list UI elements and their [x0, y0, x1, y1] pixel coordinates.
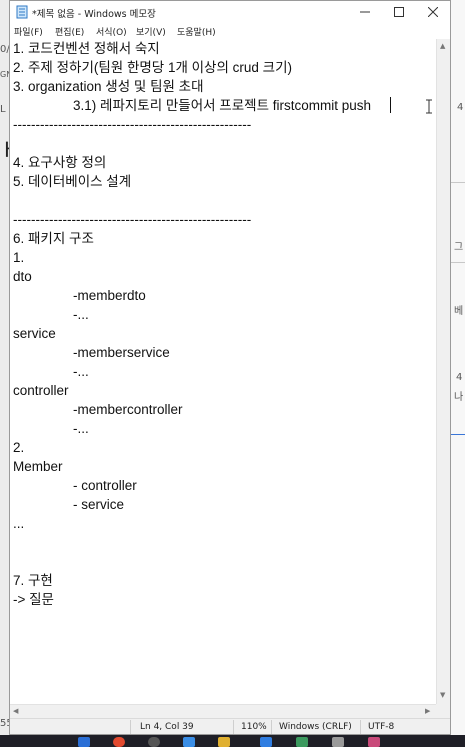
minimize-icon — [360, 11, 370, 13]
scroll-right-icon[interactable]: ▶ — [425, 707, 430, 715]
background-divider — [451, 182, 465, 183]
menu-edit[interactable]: 편집(E) — [55, 25, 84, 38]
editor-line: - service — [13, 497, 125, 512]
editor-line: 2. — [13, 440, 25, 455]
editor-line: -memberdto — [13, 288, 146, 303]
background-fragment: 4 — [457, 102, 464, 113]
editor-line: ... — [13, 516, 25, 531]
editor-line: 1. 코드컨벤션 정해서 숙지 — [13, 41, 160, 56]
editor-line: service — [13, 326, 56, 341]
maximize-button[interactable] — [382, 1, 416, 23]
taskbar-app-icon[interactable] — [183, 737, 195, 747]
close-icon — [428, 7, 438, 17]
status-line-ending: Windows (CRLF) — [279, 722, 352, 732]
editor-line: -... — [13, 307, 89, 322]
editor-line: 6. 패키지 구조 — [13, 231, 94, 246]
taskbar-app-icon[interactable] — [78, 737, 90, 747]
editor-line: -... — [13, 364, 89, 379]
background-fragment: 나 — [454, 392, 464, 403]
editor-line: Member — [13, 459, 63, 474]
editor-line: -> 질문 — [13, 592, 54, 607]
editor-line: 3.1) 레파지토리 만들어서 프로젝트 firstcommit push — [13, 98, 372, 113]
scroll-up-icon[interactable]: ▲ — [440, 42, 445, 50]
menu-help[interactable]: 도움말(H) — [177, 25, 216, 38]
taskbar-app-icon[interactable] — [260, 737, 272, 747]
taskbar-app-icon[interactable] — [296, 737, 308, 747]
background-fragment: 4 — [456, 372, 463, 383]
notepad-icon — [16, 5, 28, 19]
status-separator — [360, 720, 361, 734]
title-bar[interactable]: *제목 없음 - Windows 메모장 — [10, 1, 450, 23]
taskbar-app-icon[interactable] — [368, 737, 380, 747]
text-caret — [390, 97, 391, 113]
notepad-window: *제목 없음 - Windows 메모장 파일(F) 편집(E) 서식(O) 보… — [9, 0, 451, 735]
background-fragment: 베 — [454, 306, 464, 317]
editor-line: ----------------------------------------… — [13, 212, 252, 227]
editor-line: 2. 주제 정하기(팀원 한명당 1개 이상의 crud 크기) — [13, 60, 292, 75]
background-divider — [451, 262, 465, 263]
taskbar — [0, 735, 465, 747]
editor-line: - controller — [13, 478, 137, 493]
editor-line: -membercontroller — [13, 402, 183, 417]
status-separator — [271, 720, 272, 734]
horizontal-scrollbar[interactable]: ◀ ▶ — [10, 704, 437, 718]
text-editor[interactable]: 1. 코드컨벤션 정해서 숙지 2. 주제 정하기(팀원 한명당 1개 이상의 … — [10, 39, 437, 718]
background-divider — [451, 434, 465, 435]
ibeam-cursor-icon — [426, 99, 432, 114]
scroll-down-icon[interactable]: ▼ — [440, 691, 445, 699]
editor-line: controller — [13, 383, 69, 398]
editor-line: -... — [13, 421, 89, 436]
editor-line: -memberservice — [13, 345, 170, 360]
menu-view[interactable]: 보기(V) — [136, 25, 166, 38]
maximize-icon — [394, 7, 404, 17]
editor-line: 3. organization 생성 및 팀원 초대 — [13, 79, 204, 94]
background-fragment: L — [0, 104, 6, 115]
scrollbar-corner — [436, 704, 450, 718]
minimize-button[interactable] — [348, 1, 382, 23]
menu-file[interactable]: 파일(F) — [14, 25, 43, 38]
close-button[interactable] — [416, 1, 450, 23]
editor-line: 5. 데이터베이스 설계 — [13, 174, 132, 189]
window-title: *제목 없음 - Windows 메모장 — [32, 9, 156, 20]
scroll-left-icon[interactable]: ◀ — [13, 707, 18, 715]
background-window-right: 4 그 베 4 나 — [451, 0, 465, 747]
menu-bar: 파일(F) 편집(E) 서식(O) 보기(V) 도움말(H) — [10, 23, 450, 39]
editor-line: 4. 요구사항 정의 — [13, 155, 107, 170]
editor-line: ----------------------------------------… — [13, 117, 252, 132]
status-bar: Ln 4, Col 39 110% Windows (CRLF) UTF-8 — [10, 718, 450, 734]
taskbar-app-icon[interactable] — [332, 737, 344, 747]
editor-line: 1. — [13, 250, 25, 265]
status-encoding: UTF-8 — [368, 722, 395, 732]
taskbar-app-icon[interactable] — [113, 737, 125, 747]
status-separator — [130, 720, 131, 734]
status-zoom: 110% — [241, 722, 267, 732]
status-separator — [233, 720, 234, 734]
taskbar-app-icon[interactable] — [148, 737, 160, 747]
vertical-scrollbar[interactable]: ▲ ▼ — [436, 39, 450, 718]
status-position: Ln 4, Col 39 — [140, 722, 194, 732]
editor-line: 7. 구현 — [13, 573, 53, 588]
menu-format[interactable]: 서식(O) — [96, 25, 127, 38]
taskbar-app-icon[interactable] — [218, 737, 230, 747]
background-fragment: 그 — [454, 242, 464, 253]
editor-line: dto — [13, 269, 32, 284]
